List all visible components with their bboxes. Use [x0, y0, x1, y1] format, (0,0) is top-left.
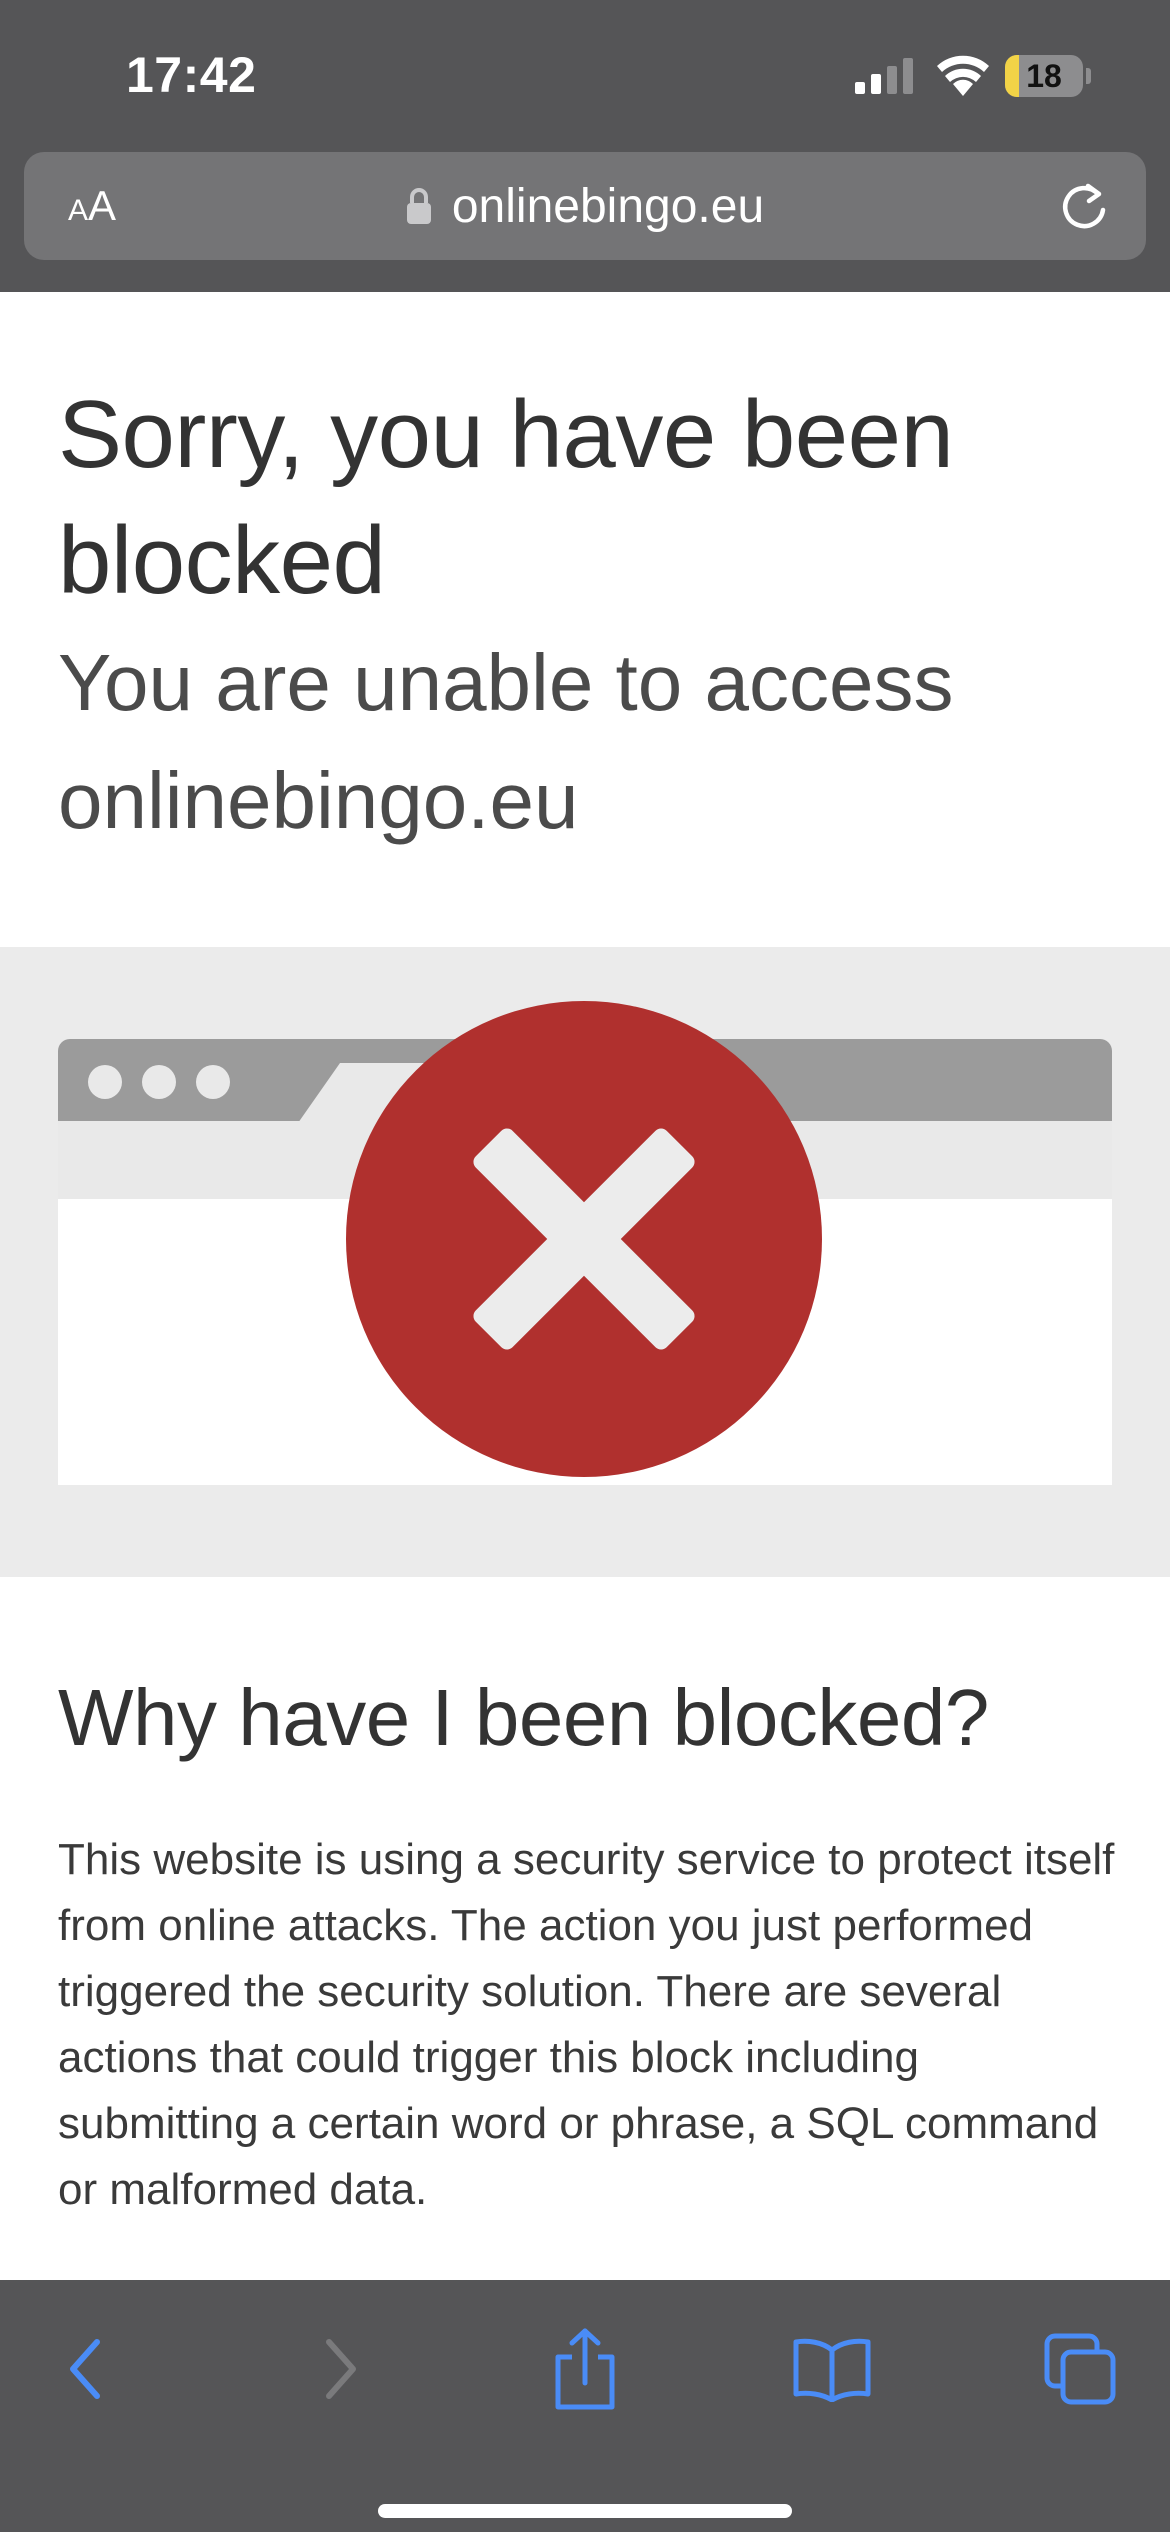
why-blocked-text: This website is using a security service… — [58, 1835, 1115, 2214]
bookmarks-button[interactable] — [787, 2324, 877, 2414]
tabs-button[interactable] — [1035, 2324, 1125, 2414]
browser-bottom-toolbar — [0, 2280, 1170, 2532]
share-button[interactable] — [540, 2324, 630, 2414]
illustration-band — [0, 947, 1170, 1577]
url-field[interactable]: onlinebingo.eu — [24, 152, 1146, 260]
url-text: onlinebingo.eu — [451, 179, 765, 233]
web-page-content: Sorry, you have been blocked You are una… — [0, 292, 1170, 2280]
forward-icon — [326, 2339, 356, 2399]
back-icon — [70, 2339, 100, 2399]
page-subtitle: You are unable to access onlinebingo.eu — [58, 638, 954, 845]
bookmarks-icon — [793, 2338, 871, 2402]
battery-tip — [1086, 68, 1091, 84]
blocked-x-icon — [346, 1001, 822, 1477]
share-icon — [555, 2328, 615, 2410]
reload-icon[interactable] — [1058, 180, 1110, 232]
home-indicator[interactable] — [378, 2504, 792, 2518]
cellular-signal-icon — [855, 58, 913, 94]
address-bar[interactable]: AA onlinebingo.eu — [24, 152, 1146, 260]
window-dot — [196, 1065, 230, 1099]
browser-illustration — [58, 1001, 1112, 1485]
battery-indicator: 18 — [1005, 55, 1091, 97]
window-dot — [142, 1065, 176, 1099]
page-title: Sorry, you have been blocked — [58, 381, 954, 614]
status-time: 17:42 — [126, 47, 257, 103]
wifi-icon — [937, 55, 989, 96]
browser-top-chrome: 17:42 18 AA onlinebingo.eu — [0, 0, 1170, 292]
battery-body: 18 — [1005, 55, 1083, 97]
battery-level: 18 — [1026, 58, 1062, 94]
back-button[interactable] — [42, 2324, 132, 2414]
lock-icon — [406, 188, 431, 224]
forward-button[interactable] — [294, 2324, 384, 2414]
window-dot — [88, 1065, 122, 1099]
why-blocked-heading: Why have I been blocked? — [58, 1673, 989, 1762]
tabs-icon — [1044, 2333, 1116, 2405]
heading-block: Sorry, you have been blocked You are una… — [58, 372, 1138, 860]
